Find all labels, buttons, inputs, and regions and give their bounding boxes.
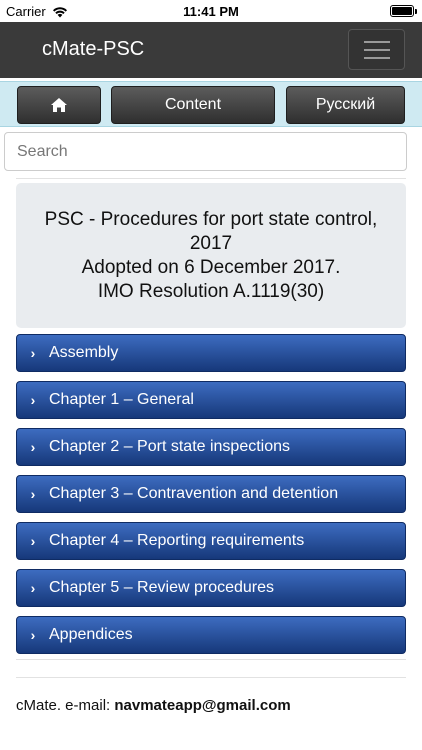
battery-icon [390,5,417,17]
section-label: Chapter 5 – Review procedures [49,579,275,596]
footer-prefix: cMate. e-mail: [16,697,115,714]
title-line-2: 2017 [189,232,233,254]
home-button[interactable] [17,86,101,124]
title-line-3: Adopted on 6 December 2017. [81,256,341,278]
language-button[interactable]: Русский [286,86,405,124]
home-icon [51,98,67,112]
section-item-chapter-4[interactable]: › Chapter 4 – Reporting requirements [16,522,406,560]
search-input[interactable] [4,132,407,171]
chevron-right-icon: › [30,627,36,643]
hamburger-icon [363,40,390,43]
content-button[interactable]: Content [111,86,275,124]
navbar: cMate-PSC [0,22,422,78]
footer-contact: cMate. e-mail: navmateapp@gmail.com [16,697,291,714]
section-label: Chapter 1 – General [49,391,194,408]
section-item-appendices[interactable]: › Appendices [16,616,406,654]
section-item-chapter-2[interactable]: › Chapter 2 – Port state inspections [16,428,406,466]
section-item-chapter-1[interactable]: › Chapter 1 – General [16,381,406,419]
divider [16,677,406,678]
title-line-1: PSC - Procedures for port state control, [44,208,378,230]
section-label: Appendices [49,626,133,643]
email-link[interactable]: navmateapp@gmail.com [114,697,290,714]
section-label: Chapter 3 – Contravention and detention [49,485,339,502]
app-brand[interactable]: cMate-PSC [42,38,144,61]
title-line-4: IMO Resolution A.1119(30) [97,280,325,302]
section-item-chapter-5[interactable]: › Chapter 5 – Review procedures [16,569,406,607]
clock: 11:41 PM [183,4,239,19]
chevron-right-icon: › [30,580,36,596]
chevron-right-icon: › [30,345,36,361]
chevron-right-icon: › [30,533,36,549]
toolbar: Content Русский [0,81,422,127]
divider [16,659,406,660]
chevron-right-icon: › [30,486,36,502]
document-title-box: PSC - Procedures for port state control,… [16,183,406,328]
section-label: Chapter 4 – Reporting requirements [49,532,305,549]
menu-toggle-button[interactable] [348,29,405,70]
section-item-chapter-3[interactable]: › Chapter 3 – Contravention and detentio… [16,475,406,513]
status-bar: Carrier 11:41 PM [0,0,422,22]
section-item-assembly[interactable]: › Assembly [16,334,406,372]
divider [16,178,406,179]
section-label: Chapter 2 – Port state inspections [49,438,291,455]
chevron-right-icon: › [30,439,36,455]
chevron-right-icon: › [30,392,36,408]
section-label: Assembly [49,344,119,361]
